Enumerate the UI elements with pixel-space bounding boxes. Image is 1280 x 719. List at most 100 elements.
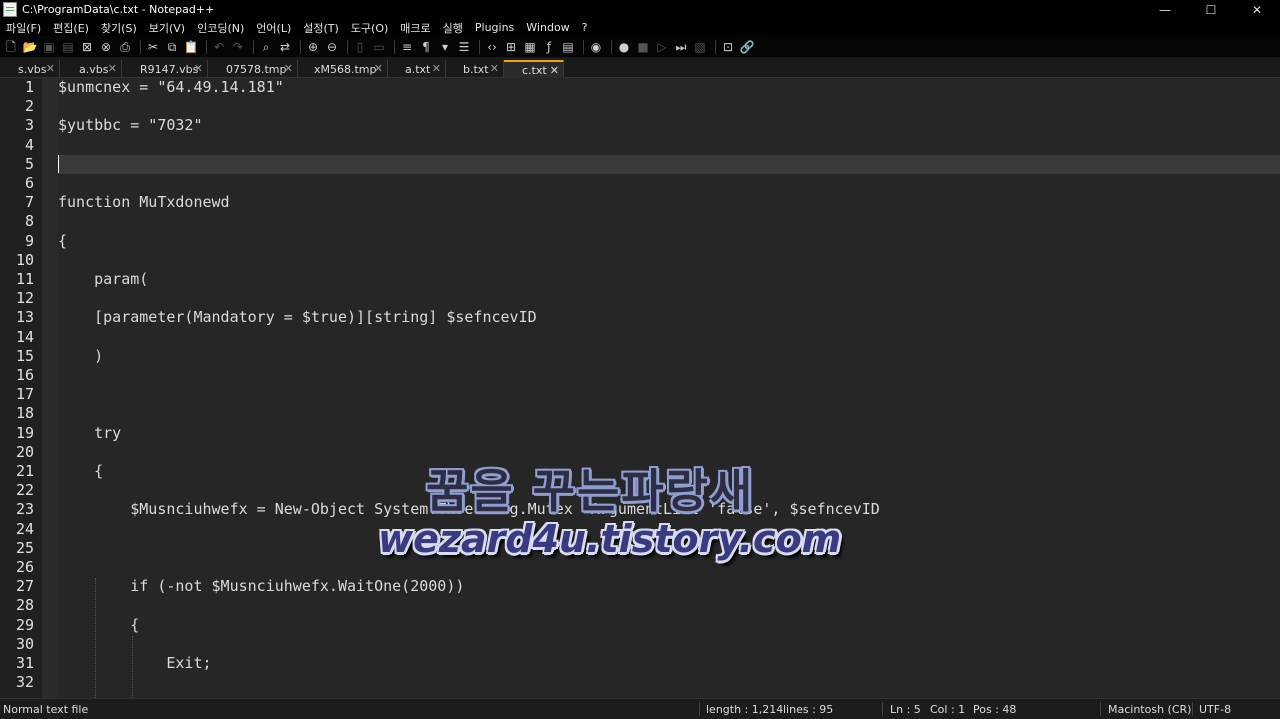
tab-r9147-vbs[interactable]: R9147.vbs ✕ [122, 60, 208, 78]
link-icon[interactable]: 🔗 [739, 39, 755, 55]
code-line[interactable]: $yutbbc = "7032" [58, 116, 1280, 135]
menu-encoding[interactable]: 인코딩(N) [191, 20, 250, 36]
code-line[interactable] [58, 596, 1280, 615]
close-icon[interactable]: ✕ [374, 62, 383, 75]
monitoring-icon[interactable]: ◉ [588, 39, 604, 55]
zoom-out-icon[interactable]: ⊖ [324, 39, 340, 55]
fold-margin[interactable] [42, 78, 58, 698]
code-line[interactable] [58, 174, 1280, 193]
code-line[interactable] [58, 154, 1280, 174]
code-line[interactable] [58, 635, 1280, 654]
replace-icon[interactable]: ⇄ [277, 39, 293, 55]
code-line[interactable] [58, 366, 1280, 385]
code-line[interactable] [58, 443, 1280, 462]
code-text-area[interactable]: $unmcnex = "64.49.14.181" $yutbbc = "7032… [58, 78, 1280, 698]
menu-file[interactable]: 파일(F) [0, 20, 47, 36]
run-macro-multiple-icon[interactable]: ⏭ [673, 39, 689, 55]
tab-a-txt[interactable]: a.txt ✕ [388, 60, 446, 78]
xml-tag-icon[interactable]: ‹› [484, 39, 500, 55]
find-icon[interactable]: ⌕ [258, 39, 274, 55]
close-icon[interactable]: ✕ [432, 62, 441, 75]
tab-c-txt[interactable]: c.txt ✕ [504, 60, 564, 78]
code-line[interactable]: { [58, 462, 1280, 481]
new-file-icon[interactable]: 🗋 [3, 39, 19, 55]
print-icon[interactable]: ⎙ [117, 39, 133, 55]
code-line[interactable]: [parameter(Mandatory = $true)][string] $… [58, 308, 1280, 327]
open-file-icon[interactable]: 📂 [22, 39, 38, 55]
maximize-button[interactable]: ☐ [1188, 3, 1234, 17]
paste-icon[interactable]: 📋 [183, 39, 199, 55]
close-icon[interactable]: ✕ [490, 62, 499, 75]
menu-window[interactable]: Window [520, 21, 575, 34]
code-line[interactable]: { [58, 616, 1280, 635]
code-line[interactable]: function MuTxdonewd [58, 193, 1280, 212]
close-icon[interactable]: ✕ [194, 62, 203, 75]
code-line[interactable]: Exit; [58, 654, 1280, 673]
menu-language[interactable]: 언어(L) [250, 20, 297, 36]
sync-vertical-icon[interactable]: ▯ [352, 39, 368, 55]
code-line[interactable] [58, 212, 1280, 231]
menu-macro[interactable]: 매크로 [394, 20, 436, 36]
show-all-characters-icon[interactable]: ¶ [418, 39, 434, 55]
tab-xm568-tmp[interactable]: xM568.tmp ✕ [298, 60, 388, 78]
document-list-icon[interactable]: ▦ [522, 39, 538, 55]
close-icon[interactable]: ✕ [284, 62, 293, 75]
code-line[interactable] [58, 539, 1280, 558]
record-macro-icon[interactable]: ● [616, 39, 632, 55]
menu-settings[interactable]: 설정(T) [297, 20, 345, 36]
menu-view[interactable]: 보기(V) [143, 20, 191, 36]
code-line[interactable]: try [58, 424, 1280, 443]
code-line[interactable] [58, 520, 1280, 539]
dropdown-arrow-icon[interactable]: ▾ [437, 39, 453, 55]
code-line[interactable]: { [58, 232, 1280, 251]
code-line[interactable]: param( [58, 270, 1280, 289]
menu-tools[interactable]: 도구(O) [345, 20, 394, 36]
menu-edit[interactable]: 편집(E) [47, 20, 95, 36]
save-all-icon[interactable]: ▤ [60, 39, 76, 55]
cut-icon[interactable]: ✂ [145, 39, 161, 55]
folder-workspace-icon[interactable]: ▤ [560, 39, 576, 55]
word-wrap-icon[interactable]: ≡ [399, 39, 415, 55]
sync-horizontal-icon[interactable]: ▭ [371, 39, 387, 55]
close-icon[interactable]: ✕ [46, 62, 55, 75]
code-line[interactable]: ) [58, 347, 1280, 366]
stop-macro-icon[interactable]: ■ [635, 39, 651, 55]
code-line[interactable] [58, 404, 1280, 423]
editor-area[interactable]: 1 2 3 4 5 6 7 8 9 10 11 12 13 14 15 16 17 18 19 20 21 22 23 24 2… [0, 78, 1280, 698]
menu-run[interactable]: 실행 [437, 20, 469, 36]
tab-a-vbs[interactable]: a.vbs ✕ [60, 60, 122, 78]
json-viewer-icon[interactable]: ⊡ [720, 39, 736, 55]
function-list-icon[interactable]: ƒ [541, 39, 557, 55]
code-line[interactable] [58, 481, 1280, 500]
code-line[interactable] [58, 558, 1280, 577]
save-macro-icon[interactable]: ▧ [692, 39, 708, 55]
undo-icon[interactable]: ↶ [211, 39, 227, 55]
zoom-in-icon[interactable]: ⊕ [305, 39, 321, 55]
code-line[interactable] [58, 97, 1280, 116]
minimize-button[interactable]: — [1142, 3, 1188, 17]
tab-07578-tmp[interactable]: 07578.tmp ✕ [208, 60, 298, 78]
code-line[interactable] [58, 251, 1280, 270]
copy-icon[interactable]: ⧉ [164, 39, 180, 55]
code-line[interactable]: $Musnciuhwefx = New-Object System.Thread… [58, 500, 1280, 519]
play-macro-icon[interactable]: ▷ [654, 39, 670, 55]
tab-b-txt[interactable]: b.txt ✕ [446, 60, 504, 78]
code-line[interactable] [58, 136, 1280, 155]
close-file-icon[interactable]: ⊠ [79, 39, 95, 55]
code-line[interactable]: $unmcnex = "64.49.14.181" [58, 78, 1280, 97]
tab-s-vbs[interactable]: s.vbs ✕ [0, 60, 60, 78]
close-icon[interactable]: ✕ [550, 64, 559, 77]
document-map-icon[interactable]: ⊞ [503, 39, 519, 55]
menu-plugins[interactable]: Plugins [469, 21, 520, 34]
code-line[interactable]: if (-not $Musnciuhwefx.WaitOne(2000)) [58, 577, 1280, 596]
close-window-button[interactable]: ✕ [1234, 3, 1280, 17]
code-line[interactable] [58, 289, 1280, 308]
code-line[interactable] [58, 328, 1280, 347]
code-line[interactable] [58, 673, 1280, 692]
redo-icon[interactable]: ↷ [230, 39, 246, 55]
save-icon[interactable]: ▣ [41, 39, 57, 55]
indent-guide-icon[interactable]: ☰ [456, 39, 472, 55]
code-line[interactable] [58, 385, 1280, 404]
menu-help[interactable]: ? [576, 21, 594, 34]
menu-search[interactable]: 찾기(S) [95, 20, 143, 36]
